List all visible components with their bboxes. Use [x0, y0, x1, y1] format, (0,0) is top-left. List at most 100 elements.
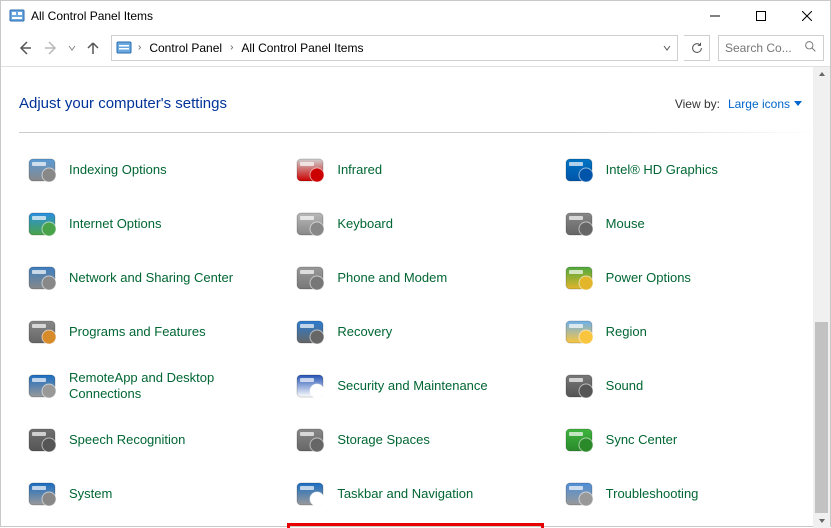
cp-item-sync-center[interactable]: Sync Center	[556, 415, 812, 465]
cp-item-keyboard[interactable]: Keyboard	[287, 199, 543, 249]
cp-item-system[interactable]: System	[19, 469, 275, 519]
item-label: Programs and Features	[69, 324, 206, 340]
forward-button[interactable]	[39, 36, 63, 60]
refresh-button[interactable]	[684, 35, 710, 61]
item-label: Sound	[606, 378, 644, 394]
title-bar: All Control Panel Items	[1, 1, 830, 31]
control-panel-small-icon	[116, 40, 132, 56]
view-by-control: View by: Large icons	[675, 97, 802, 111]
cp-item-windows-defender-firewall[interactable]: Windows Defender Firewall	[287, 523, 543, 528]
window-title: All Control Panel Items	[31, 9, 153, 23]
item-icon	[25, 261, 59, 295]
viewby-label: View by:	[675, 97, 720, 111]
item-label: Indexing Options	[69, 162, 167, 178]
item-icon	[293, 261, 327, 295]
navigation-bar: › Control Panel › All Control Panel Item…	[1, 31, 830, 67]
history-dropdown-icon[interactable]	[65, 36, 79, 60]
item-icon	[293, 153, 327, 187]
cp-item-network-and-sharing-center[interactable]: Network and Sharing Center	[19, 253, 275, 303]
item-icon	[25, 207, 59, 241]
vertical-scrollbar[interactable]	[813, 67, 830, 528]
item-label: Keyboard	[337, 216, 393, 232]
item-icon	[293, 423, 327, 457]
chevron-right-icon[interactable]: ›	[228, 42, 235, 53]
cp-item-remoteapp-and-desktop-connections[interactable]: RemoteApp and Desktop Connections	[19, 361, 275, 411]
item-icon	[25, 369, 59, 403]
item-icon	[25, 477, 59, 511]
item-label: Intel® HD Graphics	[606, 162, 718, 178]
search-placeholder: Search Co...	[725, 41, 792, 55]
item-label: Phone and Modem	[337, 270, 447, 286]
item-label: Taskbar and Navigation	[337, 486, 473, 502]
item-icon	[293, 207, 327, 241]
item-label: Sync Center	[606, 432, 678, 448]
item-label: System	[69, 486, 112, 502]
maximize-button[interactable]	[738, 1, 784, 31]
cp-item-windows-to-go[interactable]: Windows To Go	[556, 523, 812, 528]
cp-item-internet-options[interactable]: Internet Options	[19, 199, 275, 249]
item-icon	[562, 423, 596, 457]
cp-item-security-and-maintenance[interactable]: Security and Maintenance	[287, 361, 543, 411]
cp-item-troubleshooting[interactable]: Troubleshooting	[556, 469, 812, 519]
search-icon	[804, 40, 817, 56]
item-icon	[25, 153, 59, 187]
cp-item-programs-and-features[interactable]: Programs and Features	[19, 307, 275, 357]
item-icon	[562, 369, 596, 403]
item-label: Power Options	[606, 270, 691, 286]
item-label: Internet Options	[69, 216, 162, 232]
item-icon	[562, 315, 596, 349]
item-label: Mouse	[606, 216, 645, 232]
item-icon	[293, 369, 327, 403]
items-grid: Indexing Options Infrared Intel® HD Grap…	[19, 145, 812, 528]
cp-item-intel-hd-graphics[interactable]: Intel® HD Graphics	[556, 145, 812, 195]
item-icon	[293, 315, 327, 349]
minimize-button[interactable]	[692, 1, 738, 31]
separator	[19, 132, 812, 133]
cp-item-power-options[interactable]: Power Options	[556, 253, 812, 303]
item-icon	[562, 261, 596, 295]
item-icon	[293, 477, 327, 511]
item-label: Storage Spaces	[337, 432, 430, 448]
chevron-right-icon[interactable]: ›	[136, 42, 143, 53]
control-panel-icon	[9, 8, 25, 24]
back-button[interactable]	[13, 36, 37, 60]
item-label: Security and Maintenance	[337, 378, 487, 394]
breadcrumb-root[interactable]: Control Panel	[143, 36, 228, 60]
cp-item-taskbar-and-navigation[interactable]: Taskbar and Navigation	[287, 469, 543, 519]
scroll-down-icon[interactable]	[813, 513, 830, 528]
cp-item-recovery[interactable]: Recovery	[287, 307, 543, 357]
search-input[interactable]: Search Co...	[718, 35, 824, 61]
item-icon	[25, 315, 59, 349]
page-title: Adjust your computer's settings	[19, 95, 227, 112]
item-label: Recovery	[337, 324, 392, 340]
cp-item-storage-spaces[interactable]: Storage Spaces	[287, 415, 543, 465]
item-icon	[562, 477, 596, 511]
breadcrumb[interactable]: › Control Panel › All Control Panel Item…	[111, 35, 678, 61]
item-icon	[562, 207, 596, 241]
cp-item-indexing-options[interactable]: Indexing Options	[19, 145, 275, 195]
item-label: Network and Sharing Center	[69, 270, 233, 286]
viewby-dropdown[interactable]: Large icons	[728, 97, 802, 111]
close-button[interactable]	[784, 1, 830, 31]
cp-item-speech-recognition[interactable]: Speech Recognition	[19, 415, 275, 465]
scrollbar-thumb[interactable]	[815, 322, 828, 513]
breadcrumb-drop-icon[interactable]	[657, 36, 677, 60]
cp-item-mouse[interactable]: Mouse	[556, 199, 812, 249]
cp-item-phone-and-modem[interactable]: Phone and Modem	[287, 253, 543, 303]
up-button[interactable]	[81, 36, 105, 60]
viewby-value: Large icons	[728, 97, 790, 111]
cp-item-user-accounts[interactable]: User Accounts	[19, 523, 275, 528]
cp-item-sound[interactable]: Sound	[556, 361, 812, 411]
item-label: RemoteApp and Desktop Connections	[69, 370, 269, 403]
cp-item-infrared[interactable]: Infrared	[287, 145, 543, 195]
content-area: Adjust your computer's settings View by:…	[1, 67, 830, 528]
breadcrumb-current[interactable]: All Control Panel Items	[235, 36, 369, 60]
item-label: Speech Recognition	[69, 432, 185, 448]
item-label: Infrared	[337, 162, 382, 178]
item-label: Region	[606, 324, 647, 340]
scroll-up-icon[interactable]	[813, 67, 830, 82]
item-label: Troubleshooting	[606, 486, 699, 502]
window-controls	[692, 1, 830, 31]
cp-item-region[interactable]: Region	[556, 307, 812, 357]
item-icon	[562, 153, 596, 187]
